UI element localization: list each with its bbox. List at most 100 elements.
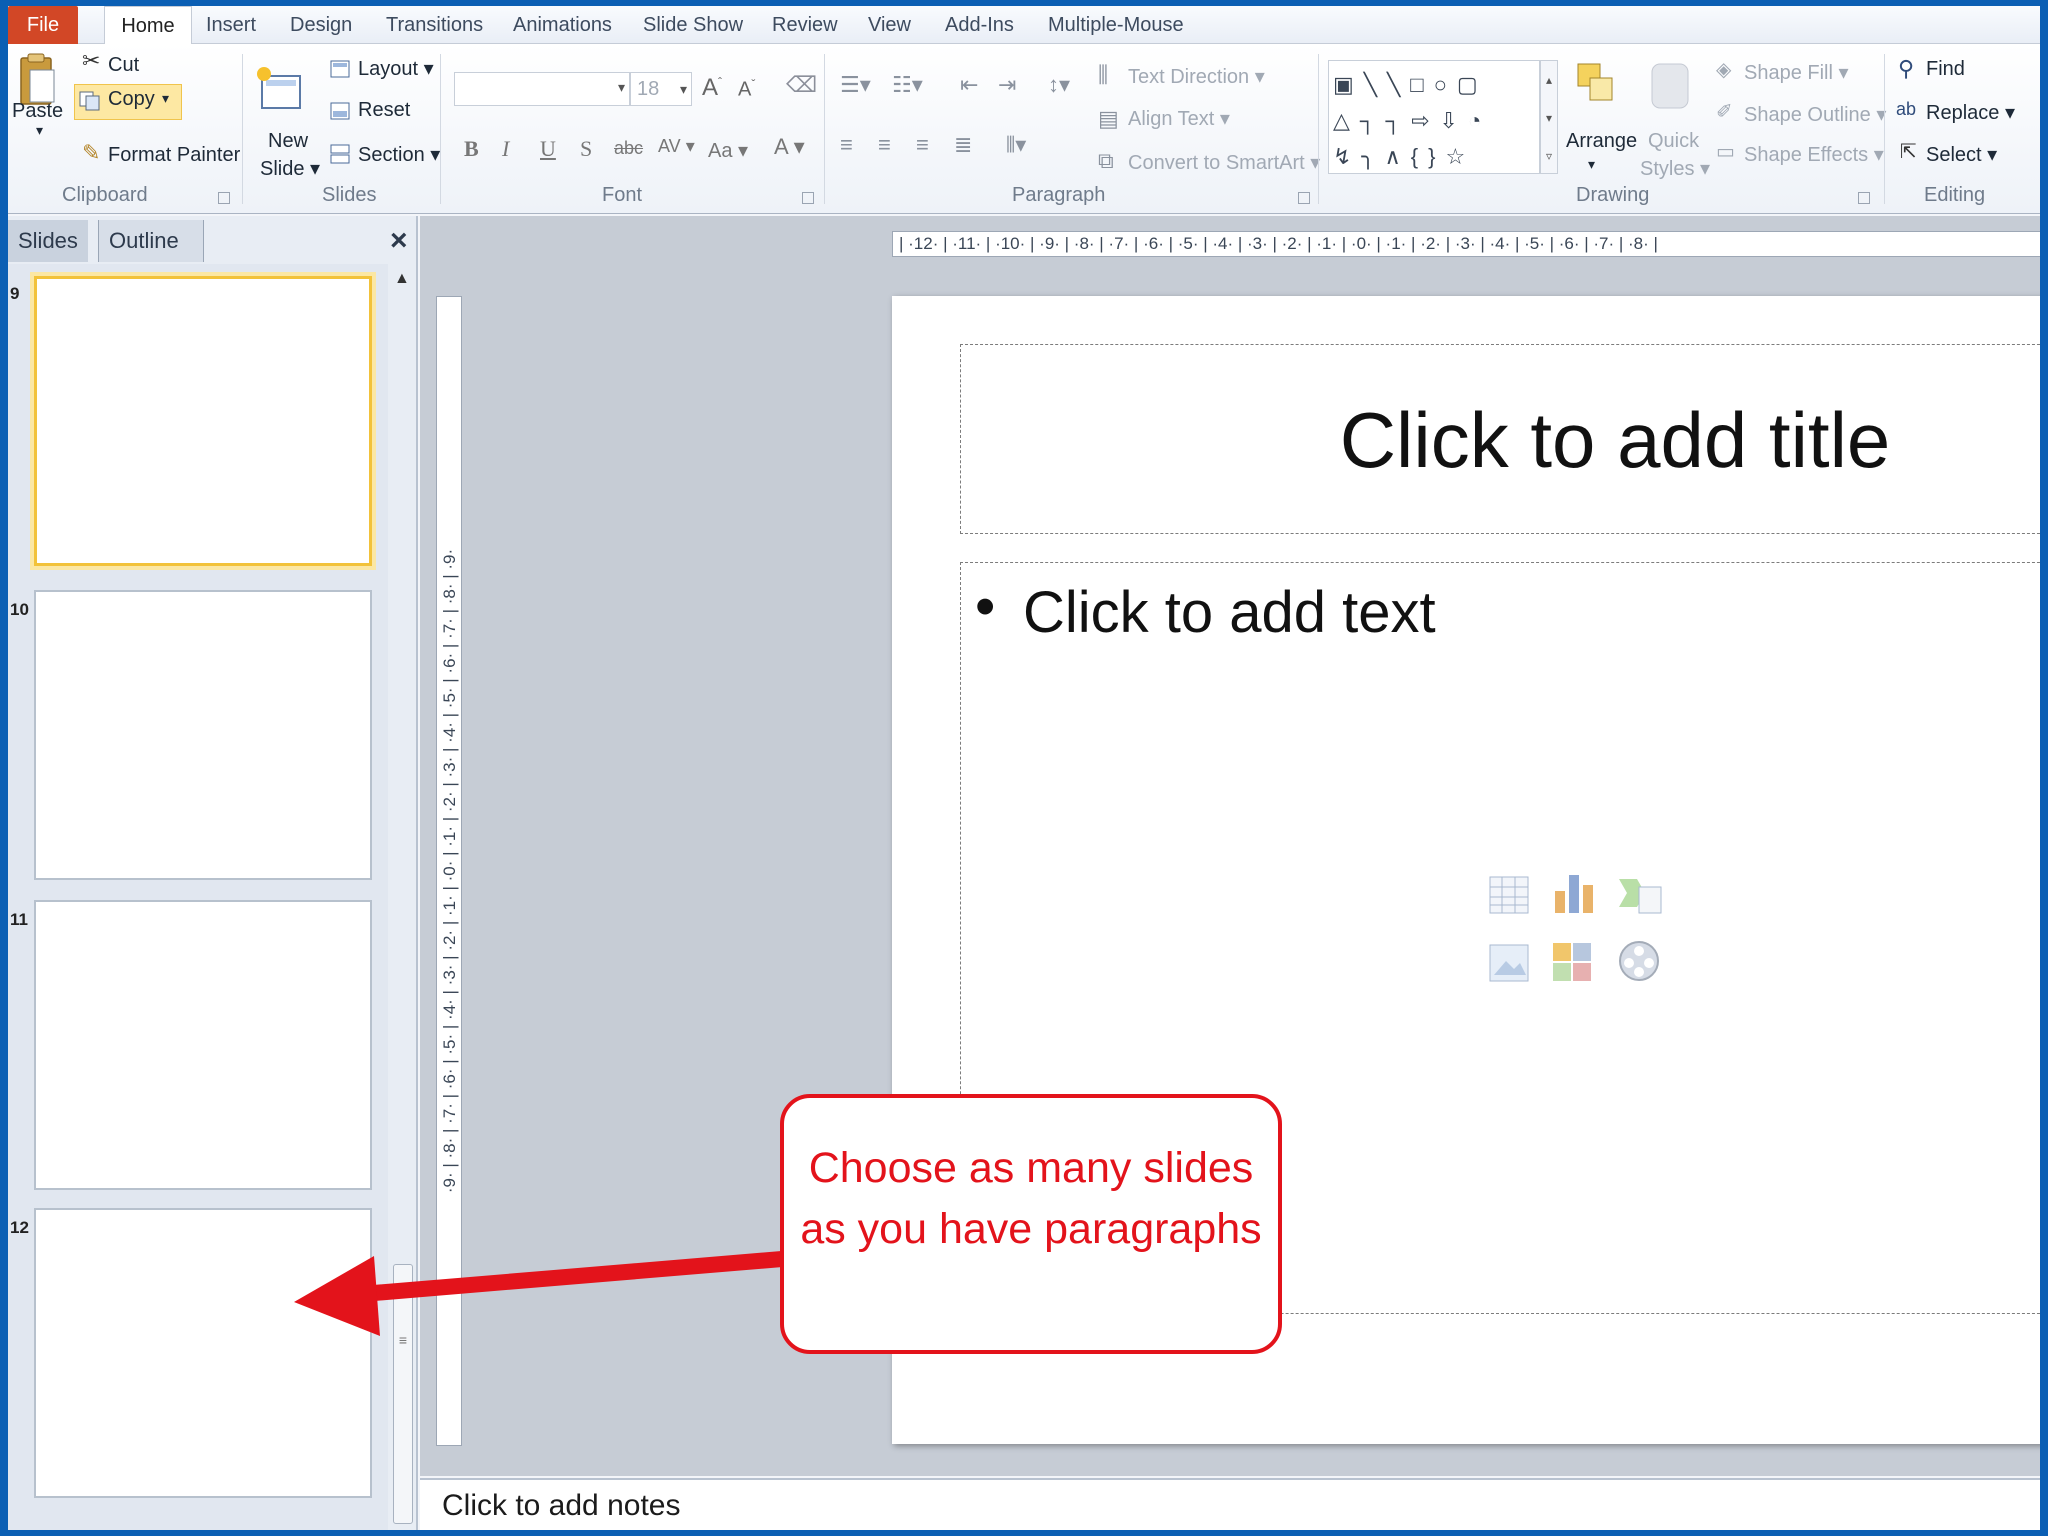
font-name-dropdown-icon[interactable]: ▾ [618, 79, 625, 96]
section-button[interactable]: Section ▾ [358, 142, 440, 167]
grow-font-icon[interactable]: Aˆ [702, 76, 722, 100]
shadow-button[interactable]: S [580, 136, 592, 162]
group-divider [440, 54, 441, 204]
change-case-button[interactable]: Aa ▾ [708, 138, 748, 163]
quick-styles-icon [1651, 63, 1689, 109]
shapes-gallery[interactable]: ▣╲╲□○▢ △┐┐⇨⇩◔ ↯╮∧{}☆ [1328, 60, 1540, 174]
notes-pane[interactable]: Click to add notes [420, 1478, 2040, 1530]
clipboard-launcher-icon[interactable] [218, 192, 230, 204]
tab-outline[interactable]: Outline [98, 220, 204, 262]
bullets-icon[interactable]: ☰▾ [840, 74, 871, 96]
line-spacing-icon[interactable]: ↕▾ [1048, 74, 1070, 96]
font-color-button[interactable]: A ▾ [774, 134, 805, 160]
replace-button[interactable]: Replace ▾ [1926, 100, 2015, 125]
slide-thumbnail[interactable] [34, 900, 372, 1190]
layout-button[interactable]: Layout ▾ [358, 56, 434, 81]
clipboard-group-label: Clipboard [62, 184, 148, 206]
new-slide-label[interactable]: New [268, 130, 308, 153]
underline-button[interactable]: U [540, 136, 556, 162]
insert-clip-art-icon[interactable] [1551, 941, 1595, 985]
vertical-ruler-ticks: ·9· | ·8· | ·7· | ·6· | ·5· | ·4· | ·3· … [440, 548, 459, 1194]
thumbnails-scrollbar[interactable]: ▲ ≡ [390, 264, 416, 1530]
shape-effects-icon[interactable]: ▭ [1716, 142, 1735, 162]
copy-button[interactable]: Copy [108, 88, 155, 111]
tab-review[interactable]: Review [772, 6, 838, 44]
title-placeholder-text: Click to add title [1339, 396, 1891, 484]
reset-button[interactable]: Reset [358, 99, 410, 122]
tab-animations[interactable]: Animations [513, 6, 612, 44]
insert-smartart-icon[interactable] [1617, 873, 1665, 917]
paste-dropdown-icon[interactable]: ▾ [36, 122, 43, 139]
bold-button[interactable]: B [464, 136, 479, 162]
align-right-icon[interactable]: ≡ [916, 134, 929, 156]
paste-button[interactable]: Paste [12, 100, 63, 123]
title-placeholder[interactable]: Click to add title [960, 344, 2040, 534]
tab-view[interactable]: View [868, 6, 911, 44]
content-placeholder-text: Click to add text [1023, 580, 1436, 645]
clear-formatting-icon[interactable]: ⌫ [786, 74, 817, 96]
tab-design[interactable]: Design [290, 6, 352, 44]
align-text-icon[interactable]: ▤ [1098, 108, 1119, 130]
text-direction-button[interactable]: Text Direction ▾ [1128, 64, 1265, 89]
tab-slides[interactable]: Slides [8, 220, 88, 262]
shape-outline-icon[interactable]: ✐ [1716, 102, 1733, 122]
slides-pane: Slides Outline × 9 10 11 12 ▲ ≡ [8, 216, 418, 1530]
paragraph-group-label: Paragraph [1012, 184, 1106, 206]
copy-dropdown-icon[interactable]: ▾ [162, 90, 169, 107]
justify-icon[interactable]: ≣ [954, 134, 972, 156]
quick-styles-label[interactable]: Quick [1648, 130, 1699, 153]
shapes-gallery-scroll[interactable]: ▴ ▾ ▿ [1540, 60, 1558, 174]
arrange-button[interactable]: Arrange [1566, 130, 1637, 153]
text-direction-icon[interactable]: ⫼ [1098, 64, 1108, 86]
font-launcher-icon[interactable] [802, 192, 814, 204]
scissors-icon: ✂ [82, 48, 101, 73]
increase-indent-icon[interactable]: ⇥ [998, 74, 1016, 96]
shrink-font-icon[interactable]: Aˇ [738, 78, 755, 100]
columns-icon[interactable]: ⫴▾ [1006, 134, 1026, 156]
format-painter-button[interactable]: Format Painter [108, 144, 240, 167]
tab-file[interactable]: File [8, 6, 78, 44]
close-pane-icon[interactable]: × [380, 220, 418, 262]
scroll-up-icon[interactable]: ▲ [394, 270, 410, 288]
scroll-thumb[interactable]: ≡ [393, 1264, 413, 1524]
slide-thumbnail[interactable] [34, 276, 372, 566]
slide-thumbnail[interactable] [34, 590, 372, 880]
tab-home[interactable]: Home [104, 6, 192, 45]
numbering-icon[interactable]: ☷▾ [892, 74, 923, 96]
insert-media-icon[interactable] [1617, 939, 1663, 987]
convert-smartart-button[interactable]: Convert to SmartArt ▾ [1128, 150, 1320, 175]
tab-add-ins[interactable]: Add-Ins [945, 6, 1014, 44]
shapes-gallery-icons[interactable]: ▣╲╲□○▢ △┐┐⇨⇩◔ ↯╮∧{}☆ [1333, 67, 1491, 175]
paragraph-launcher-icon[interactable] [1298, 192, 1310, 204]
smartart-icon[interactable]: ⧉ [1098, 150, 1114, 172]
select-button[interactable]: Select ▾ [1926, 142, 1997, 167]
drawing-launcher-icon[interactable] [1858, 192, 1870, 204]
tab-insert[interactable]: Insert [206, 6, 256, 44]
decrease-indent-icon[interactable]: ⇤ [960, 74, 978, 96]
insert-table-icon[interactable] [1488, 873, 1532, 917]
new-slide-button[interactable]: Slide ▾ [260, 156, 320, 181]
quick-styles-button[interactable]: Styles ▾ [1640, 156, 1710, 181]
insert-picture-icon[interactable] [1488, 941, 1532, 985]
tab-transitions[interactable]: Transitions [386, 6, 483, 44]
font-size-box[interactable]: 18 ▾ [630, 72, 692, 106]
cut-button[interactable]: Cut [108, 54, 139, 77]
slide-thumbnail[interactable] [34, 1208, 372, 1498]
shape-fill-icon[interactable]: ◈ [1716, 60, 1731, 80]
align-center-icon[interactable]: ≡ [878, 134, 891, 156]
arrange-dropdown-icon[interactable]: ▾ [1588, 156, 1595, 173]
shape-effects-button[interactable]: Shape Effects ▾ [1744, 142, 1884, 167]
shape-fill-button[interactable]: Shape Fill ▾ [1744, 60, 1849, 85]
character-spacing-button[interactable]: AV ▾ [658, 136, 695, 157]
find-button[interactable]: Find [1926, 58, 1965, 81]
italic-button[interactable]: I [502, 136, 509, 162]
align-text-button[interactable]: Align Text ▾ [1128, 106, 1230, 131]
slide-thumbnails: 9 10 11 12 [8, 264, 388, 1530]
align-left-icon[interactable]: ≡ [840, 134, 853, 156]
tab-slide-show[interactable]: Slide Show [643, 6, 743, 44]
strikethrough-button[interactable]: abc [614, 138, 643, 159]
tab-multiple-mouse[interactable]: Multiple-Mouse [1048, 6, 1184, 44]
insert-chart-icon[interactable] [1551, 869, 1599, 917]
shape-outline-button[interactable]: Shape Outline ▾ [1744, 102, 1886, 127]
font-name-box[interactable]: ▾ [454, 72, 630, 106]
